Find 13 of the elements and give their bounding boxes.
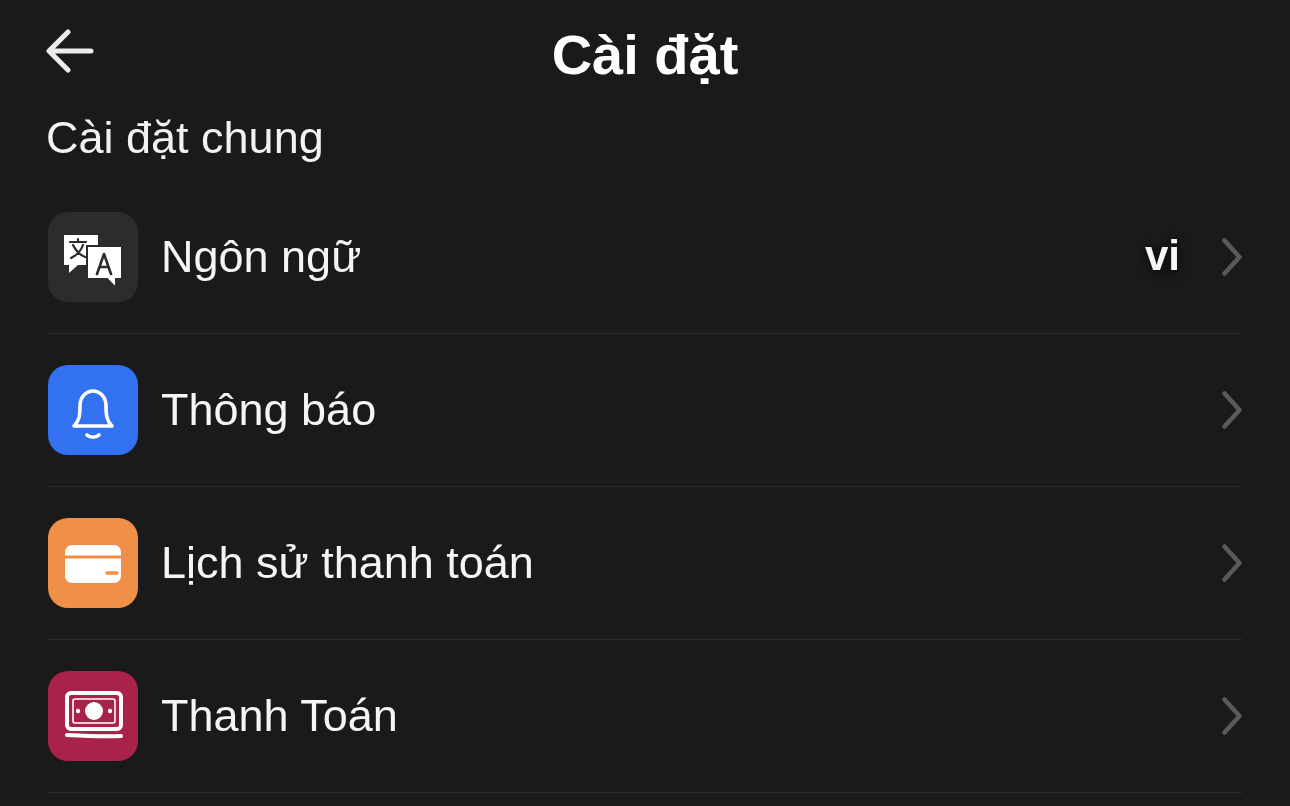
menu-item-label[interactable]: Thông báo <box>161 384 377 435</box>
chevron-right-icon[interactable] <box>1222 237 1242 276</box>
current-value: vi <box>1144 233 1180 280</box>
menu-item-label[interactable]: Lịch sử thanh toán <box>161 537 534 588</box>
page-title: Cài đặt <box>551 24 739 86</box>
back-button[interactable] <box>46 29 94 73</box>
menu-item-label[interactable]: Ngôn ngữ <box>161 231 362 282</box>
back-arrow-icon <box>46 29 94 73</box>
chevron-right-icon[interactable] <box>1222 543 1242 582</box>
section-heading: Cài đặt chung <box>46 113 325 163</box>
chevron-right-icon[interactable] <box>1222 696 1242 735</box>
menu-item-label[interactable]: Thanh Toán <box>161 690 398 741</box>
chevron-right-icon[interactable] <box>1222 390 1242 429</box>
